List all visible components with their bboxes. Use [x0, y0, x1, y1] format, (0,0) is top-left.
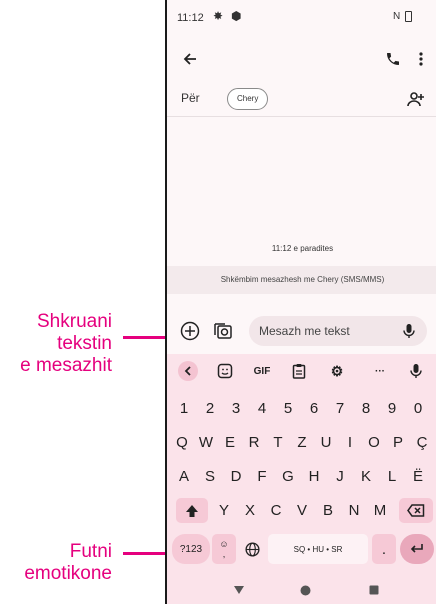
status-time: 11:12 — [177, 12, 204, 24]
status-bar: 11:12 ✸ ⬢ N — [167, 0, 436, 38]
key-0[interactable]: 0 — [405, 396, 431, 421]
back-triangle-icon[interactable] — [231, 584, 247, 596]
key-n[interactable]: N — [341, 498, 367, 523]
key-c-cedilla[interactable]: Ç — [410, 430, 434, 455]
key-p[interactable]: P — [386, 430, 410, 455]
key-2[interactable]: 2 — [197, 396, 223, 421]
key-7[interactable]: 7 — [327, 396, 353, 421]
key-c[interactable]: C — [263, 498, 289, 523]
key-e[interactable]: E — [218, 430, 242, 455]
key-1[interactable]: 1 — [171, 396, 197, 421]
backspace-key[interactable] — [399, 498, 433, 523]
recipient-chip[interactable]: Chery — [227, 88, 269, 110]
home-circle-icon[interactable] — [297, 584, 313, 596]
key-w[interactable]: W — [194, 430, 218, 455]
shift-key[interactable] — [176, 498, 208, 523]
message-timestamp: 11:12 e paradites — [271, 244, 334, 253]
recents-square-icon[interactable] — [366, 584, 382, 596]
settings-gear-icon: ✸ — [213, 9, 224, 23]
gif-button[interactable]: GIF — [249, 361, 275, 381]
comma-emoji-key[interactable]: ☺ , — [212, 534, 236, 564]
key-b[interactable]: B — [315, 498, 341, 523]
key-d[interactable]: D — [223, 464, 249, 489]
add-person-icon[interactable] — [403, 87, 429, 111]
gallery-camera-icon[interactable] — [212, 320, 234, 342]
annotation-insert-emoji: Futni emotikone — [24, 541, 112, 584]
to-label: Për — [181, 91, 200, 105]
app-bar — [167, 38, 436, 80]
key-f[interactable]: F — [249, 464, 275, 489]
comma-label: , — [222, 549, 226, 559]
battery-icon — [405, 11, 412, 22]
key-9[interactable]: 9 — [379, 396, 405, 421]
keyboard-settings-gear-icon[interactable]: ⚙ — [327, 361, 347, 381]
key-m[interactable]: M — [367, 498, 393, 523]
more-toolbar-button[interactable]: ··· — [370, 361, 390, 381]
key-z[interactable]: Z — [290, 430, 314, 455]
keyboard-toolbar: GIF ⚙ ··· — [167, 354, 436, 388]
recipients-bar: Për Chery — [167, 82, 436, 117]
key-5[interactable]: 5 — [275, 396, 301, 421]
key-8[interactable]: 8 — [353, 396, 379, 421]
key-k[interactable]: K — [353, 464, 379, 489]
language-globe-icon[interactable] — [239, 534, 265, 564]
collapse-toolbar-icon[interactable] — [178, 361, 198, 381]
key-l[interactable]: L — [379, 464, 405, 489]
add-attachment-icon[interactable] — [179, 320, 201, 342]
keyboard: GIF ⚙ ··· 1 2 3 4 5 6 7 8 9 0 Q W E R T … — [167, 354, 436, 576]
key-t[interactable]: T — [266, 430, 290, 455]
key-6[interactable]: 6 — [301, 396, 327, 421]
key-u[interactable]: U — [314, 430, 338, 455]
clipboard-icon[interactable] — [289, 361, 309, 381]
key-g[interactable]: G — [275, 464, 301, 489]
key-j[interactable]: J — [327, 464, 353, 489]
nfc-icon: N — [393, 11, 401, 22]
emoji-icon: ☺ — [219, 539, 229, 549]
phone-call-icon[interactable] — [379, 44, 407, 74]
voice-input-icon[interactable] — [406, 361, 426, 381]
key-i[interactable]: I — [338, 430, 362, 455]
key-v[interactable]: V — [289, 498, 315, 523]
period-key[interactable]: . — [372, 534, 396, 564]
space-bar[interactable]: SQ • HU • SR — [268, 534, 368, 564]
key-q[interactable]: Q — [170, 430, 194, 455]
key-o[interactable]: O — [362, 430, 386, 455]
key-4[interactable]: 4 — [249, 396, 275, 421]
symbols-key[interactable]: ?123 — [172, 534, 210, 564]
key-h[interactable]: H — [301, 464, 327, 489]
key-r[interactable]: R — [242, 430, 266, 455]
key-3[interactable]: 3 — [223, 396, 249, 421]
more-options-icon[interactable] — [409, 44, 433, 74]
message-input[interactable] — [259, 316, 389, 346]
microphone-icon[interactable] — [399, 321, 419, 341]
sticker-icon[interactable] — [215, 361, 235, 381]
key-a[interactable]: A — [171, 464, 197, 489]
shield-icon: ⬢ — [231, 9, 242, 23]
key-y[interactable]: Y — [211, 498, 237, 523]
key-e-diaeresis[interactable]: Ë — [405, 464, 431, 489]
enter-key[interactable] — [400, 534, 434, 564]
message-input-field[interactable] — [249, 316, 427, 346]
phone-screen: 11:12 ✸ ⬢ N Për Chery 11:12 e paradites … — [165, 0, 436, 604]
system-nav-bar — [167, 576, 436, 604]
key-s[interactable]: S — [197, 464, 223, 489]
composer — [167, 308, 436, 352]
annotation-type-message: Shkruani tekstin e mesazhit — [20, 311, 112, 376]
back-arrow-icon[interactable] — [175, 44, 205, 74]
sms-info-banner: Shkëmbim mesazhesh me Chery (SMS/MMS) — [167, 266, 436, 294]
key-x[interactable]: X — [237, 498, 263, 523]
